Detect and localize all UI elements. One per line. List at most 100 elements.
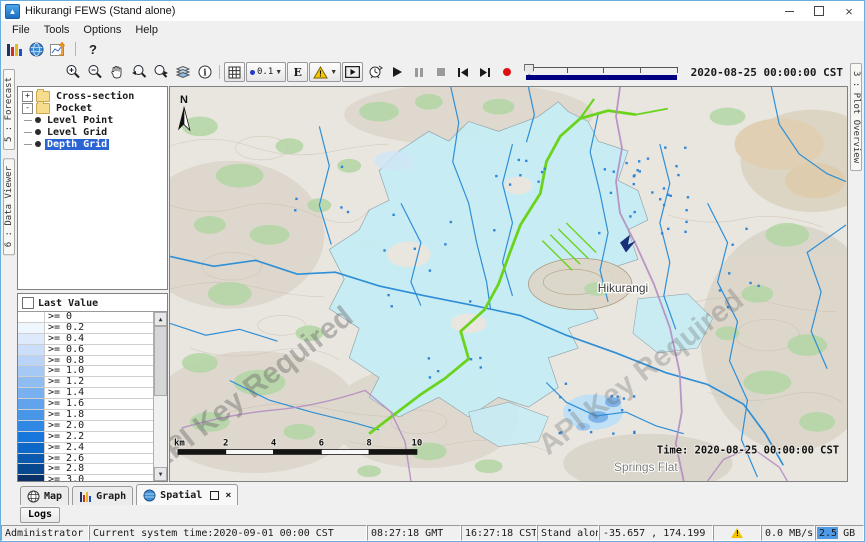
scrollbar-thumb[interactable] <box>154 326 167 396</box>
legend-swatch <box>18 377 45 387</box>
menu-tools[interactable]: Tools <box>38 23 76 37</box>
legend-scrollbar[interactable]: ▲ ▼ <box>154 312 167 481</box>
scale-tick-label: 4 <box>271 439 276 449</box>
legend-class-label: >= 2.8 <box>45 464 84 474</box>
last-value-label: Last Value <box>38 298 98 309</box>
legend-panel: Last Value >= 0>= 0.2>= 0.4>= 0.6>= 0.8>… <box>17 293 168 482</box>
labels-button[interactable]: E <box>287 62 308 82</box>
info-icon[interactable]: i <box>194 62 215 82</box>
layers-icon[interactable] <box>172 62 193 82</box>
scroll-up-icon[interactable]: ▲ <box>154 312 167 326</box>
legend-swatch <box>18 388 45 398</box>
value-dot-icon <box>250 70 255 75</box>
map-toolbar: i 0.1 ▼ E ! ▼ <box>16 59 848 85</box>
tab-graph[interactable]: Graph <box>72 486 133 505</box>
time-profile-icon[interactable] <box>364 62 385 82</box>
thresholds-dropdown[interactable]: ! ▼ <box>309 62 341 82</box>
status-35-657-174: -35.657 , 174.199 <box>599 525 713 541</box>
time-slider[interactable] <box>524 62 679 82</box>
menu-file[interactable]: File <box>6 23 36 37</box>
scale-unit-label: km <box>174 439 185 449</box>
scrollbar-track[interactable] <box>154 326 167 467</box>
tab-label: Map <box>44 491 62 502</box>
tree-expander-icon[interactable]: - <box>22 103 33 114</box>
minimize-icon <box>785 11 794 12</box>
status-0-0-mb-s: 0.0 MB/s <box>761 525 815 541</box>
menu-help[interactable]: Help <box>129 23 164 37</box>
animation-button[interactable] <box>342 62 363 82</box>
map-canvas: API Key Required API Key Required N km24… <box>170 87 847 481</box>
legend-class-label: >= 1.4 <box>45 388 84 398</box>
skip-to-start-button[interactable] <box>452 62 473 82</box>
legend-row: >= 0.8 <box>18 356 153 367</box>
tree-item-level-grid[interactable]: Level Grid <box>20 126 167 138</box>
toolbar-separator <box>75 42 76 56</box>
last-value-checkbox[interactable] <box>22 297 34 309</box>
stop-button[interactable] <box>430 62 451 82</box>
time-slider-range-bar <box>526 75 677 80</box>
zoom-next-icon[interactable] <box>150 62 171 82</box>
tab-maximize-icon[interactable] <box>210 491 219 500</box>
tab-close-icon[interactable]: × <box>225 490 231 501</box>
legend-row: >= 2.4 <box>18 443 153 454</box>
zoom-in-icon[interactable] <box>62 62 83 82</box>
node-dot-icon <box>35 129 41 135</box>
town-label: Hikurangi <box>598 281 648 295</box>
legend-class-label: >= 0.4 <box>45 334 84 344</box>
maximize-button[interactable] <box>804 1 834 21</box>
time-slider-tick <box>640 67 641 73</box>
scroll-down-icon[interactable]: ▼ <box>154 467 167 481</box>
time-slider-thumb[interactable] <box>524 64 534 75</box>
left-tab-5-forecast[interactable]: 5 : Forecast <box>3 69 15 150</box>
record-button[interactable] <box>496 62 517 82</box>
legend-row: >= 2.0 <box>18 421 153 432</box>
right-tab-3-plot-overview[interactable]: 3 : Plot Overview <box>850 63 862 171</box>
help-icon[interactable]: ? <box>85 42 101 57</box>
skip-to-end-button[interactable] <box>474 62 495 82</box>
close-button[interactable]: × <box>834 1 864 21</box>
grid-display-button[interactable] <box>224 62 245 82</box>
current-datetime-label: 2020-08-25 00:00:00 CST <box>686 66 848 79</box>
tab-spatial[interactable]: Spatial × <box>136 484 238 505</box>
scale-tick-label: 8 <box>366 439 371 449</box>
legend-row: >= 3.0 <box>18 475 153 481</box>
legend-row: >= 0.2 <box>18 323 153 334</box>
warning-icon[interactable] <box>731 528 743 538</box>
chevron-down-icon: ▼ <box>275 69 282 76</box>
legend-row: >= 0.4 <box>18 334 153 345</box>
pause-button[interactable] <box>408 62 429 82</box>
logs-button[interactable]: Logs <box>20 507 60 523</box>
spatial-display-icon[interactable] <box>28 41 44 57</box>
scale-tick-label: 6 <box>319 439 324 449</box>
tab-label: Spatial <box>160 490 202 501</box>
tab-map[interactable]: Map <box>20 486 69 505</box>
timeseries-icon[interactable] <box>50 41 66 57</box>
spatial-map[interactable]: API Key Required API Key Required N km24… <box>169 86 848 482</box>
left-tab-6-data-viewer[interactable]: 6 : Data Viewer <box>3 158 15 255</box>
play-button[interactable] <box>386 62 407 82</box>
menu-options[interactable]: Options <box>77 23 127 37</box>
right-tab-strip: 3 : Plot Overview <box>848 59 864 525</box>
minimize-button[interactable] <box>774 1 804 21</box>
legend-row: >= 1.8 <box>18 410 153 421</box>
tree-item-label: Cross-section <box>54 91 136 102</box>
grid-value-dropdown[interactable]: 0.1 ▼ <box>246 62 286 82</box>
tree-item-label: Level Point <box>45 115 115 126</box>
tree-item-level-point[interactable]: Level Point <box>20 114 167 126</box>
status-2-5-gb: 2.5 GB <box>815 525 864 541</box>
zoom-out-icon[interactable] <box>84 62 105 82</box>
legend-class-label: >= 1.8 <box>45 410 84 420</box>
status-text: 2.5 GB <box>819 528 855 539</box>
left-tab-strip: 5 : Forecast 6 : Data Viewer <box>1 59 16 525</box>
legend-swatch <box>18 323 45 333</box>
pan-hand-icon[interactable] <box>106 62 127 82</box>
locality-label: Springs Flat <box>614 460 678 474</box>
legend-class-label: >= 2.0 <box>45 421 84 431</box>
tree-expander-icon[interactable]: + <box>22 91 33 102</box>
data-display-icon[interactable] <box>6 41 22 57</box>
tree-item-pocket[interactable]: -Pocket <box>20 102 167 114</box>
tree-item-depth-grid[interactable]: Depth Grid <box>20 138 167 150</box>
status-text: Current system time:2020-09-01 00:00 CST <box>93 528 334 539</box>
main-toolbar: ? <box>1 39 864 59</box>
zoom-previous-icon[interactable] <box>128 62 149 82</box>
